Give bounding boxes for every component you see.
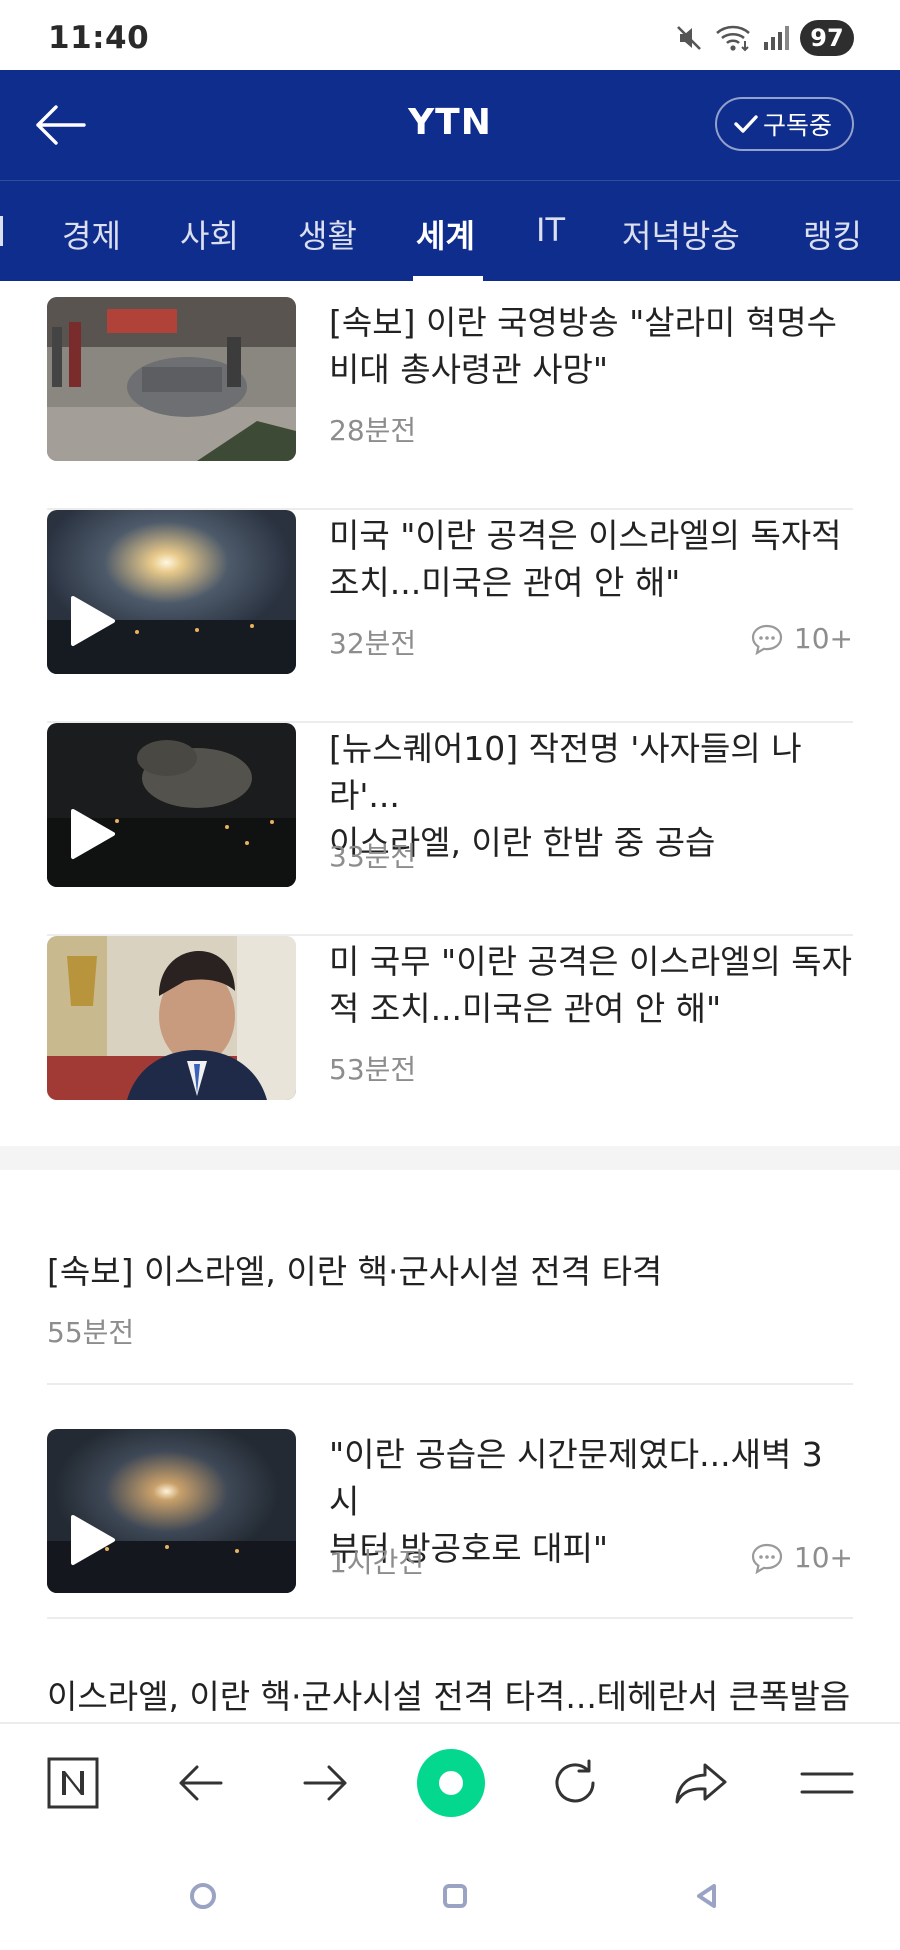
news-time: 1시간전 <box>329 1546 425 1579</box>
subscribe-label: 구독중 <box>762 111 832 140</box>
category-tabs: 경제 사회 생활 세계 IT 저녁방송 랭킹 <box>0 180 900 281</box>
tab-ranking[interactable]: 랭킹 <box>803 211 862 257</box>
news-item-text[interactable]: [속보] 이스라엘, 이란 핵·군사시설 전격 타격 55분전 <box>47 1245 853 1385</box>
play-icon <box>71 809 115 859</box>
status-icons: 97 <box>674 20 854 56</box>
tab-life[interactable]: 생활 <box>298 211 357 257</box>
comment-count[interactable]: 10+ <box>750 1541 853 1574</box>
naver-home-button[interactable] <box>23 1724 123 1842</box>
app-header: YTN 구독중 <box>0 70 900 180</box>
status-bar: 11:40 97 <box>0 0 900 70</box>
news-thumbnail-video <box>47 723 296 887</box>
browser-toolbar <box>0 1722 900 1840</box>
home-button[interactable] <box>425 1868 485 1924</box>
news-item-text[interactable]: 이스라엘, 이란 핵·군사시설 전격 타격...테헤란서 큰폭발음 <box>47 1670 853 1722</box>
news-title[interactable]: [속보] 이스라엘, 이란 핵·군사시설 전격 타격 <box>47 1245 853 1293</box>
news-time: 33분전 <box>329 840 417 873</box>
tab-it[interactable]: IT <box>536 211 565 249</box>
green-dot-button[interactable] <box>401 1724 501 1842</box>
mute-icon <box>674 23 704 53</box>
news-item[interactable]: [속보] 이란 국영방송 "살라미 혁명수 비대 총사령관 사망" 28분전 <box>47 297 853 510</box>
play-icon <box>71 596 115 646</box>
comment-icon <box>751 624 783 655</box>
back-nav-button[interactable] <box>150 1724 250 1842</box>
news-time: 28분전 <box>329 414 417 447</box>
news-time: 32분전 <box>329 627 417 660</box>
news-item[interactable]: [뉴스퀘어10] 작전명 '사자들의 나라'... 이스라엘, 이란 한밤 중 … <box>47 723 853 936</box>
tab-evening-broadcast[interactable]: 저녁방송 <box>622 211 740 257</box>
back-arrow-icon <box>179 1765 223 1801</box>
active-tab-indicator <box>413 276 483 281</box>
menu-button[interactable] <box>777 1724 877 1842</box>
news-thumbnail <box>47 297 296 461</box>
check-icon <box>734 115 758 133</box>
signal-icon <box>762 24 790 52</box>
news-thumbnail-video <box>47 1429 296 1593</box>
naver-home-icon <box>47 1757 99 1809</box>
tab-society[interactable]: 사회 <box>180 211 239 257</box>
tab-economy[interactable]: 경제 <box>62 211 121 257</box>
news-thumbnail <box>47 936 296 1100</box>
news-title[interactable]: 미국 "이란 공격은 이스라엘의 독자적 조치...미국은 관여 안 해" <box>329 512 853 606</box>
back-icon <box>697 1884 716 1908</box>
system-navigation-bar <box>0 1840 900 1950</box>
share-button[interactable] <box>651 1724 751 1842</box>
tab-world[interactable]: 세계 <box>416 211 475 257</box>
section-divider <box>0 1146 900 1170</box>
news-title[interactable]: 이스라엘, 이란 핵·군사시설 전격 타격...테헤란서 큰폭발음 <box>47 1670 853 1718</box>
news-item[interactable]: 미국 "이란 공격은 이스라엘의 독자적 조치...미국은 관여 안 해" 32… <box>47 510 853 723</box>
refresh-button[interactable] <box>525 1724 625 1842</box>
news-title[interactable]: [속보] 이란 국영방송 "살라미 혁명수 비대 총사령관 사망" <box>329 299 853 393</box>
share-icon <box>675 1763 727 1804</box>
recents-button[interactable] <box>173 1868 233 1924</box>
status-time: 11:40 <box>48 20 150 56</box>
home-icon <box>443 1884 467 1908</box>
green-dot-icon <box>417 1749 485 1817</box>
news-thumbnail-video <box>47 510 296 674</box>
wifi-icon <box>714 23 752 53</box>
comment-count[interactable]: 10+ <box>750 622 853 655</box>
comment-icon <box>751 1543 783 1574</box>
recents-icon <box>190 1883 216 1909</box>
refresh-icon <box>555 1759 595 1803</box>
news-time: 55분전 <box>47 1316 135 1349</box>
system-back-button[interactable] <box>677 1868 737 1924</box>
battery-indicator: 97 <box>800 20 854 56</box>
forward-nav-button[interactable] <box>276 1724 376 1842</box>
play-icon <box>71 1515 115 1565</box>
forward-arrow-icon <box>303 1765 347 1801</box>
comment-count-label: 10+ <box>793 622 853 655</box>
tab-scroll-edge <box>0 216 3 246</box>
news-title[interactable]: 미 국무 "이란 공격은 이스라엘의 독자 적 조치...미국은 관여 안 해" <box>329 938 853 1032</box>
news-item[interactable]: "이란 공습은 시간문제였다...새벽 3시 부터 방공호로 대피" 1시간전 … <box>47 1429 853 1619</box>
comment-count-label: 10+ <box>793 1541 853 1574</box>
subscribe-button[interactable]: 구독중 <box>714 97 854 151</box>
menu-icon <box>800 1772 854 1794</box>
news-time: 53분전 <box>329 1053 417 1086</box>
news-item[interactable]: 미 국무 "이란 공격은 이스라엘의 독자 적 조치...미국은 관여 안 해"… <box>47 936 853 1106</box>
